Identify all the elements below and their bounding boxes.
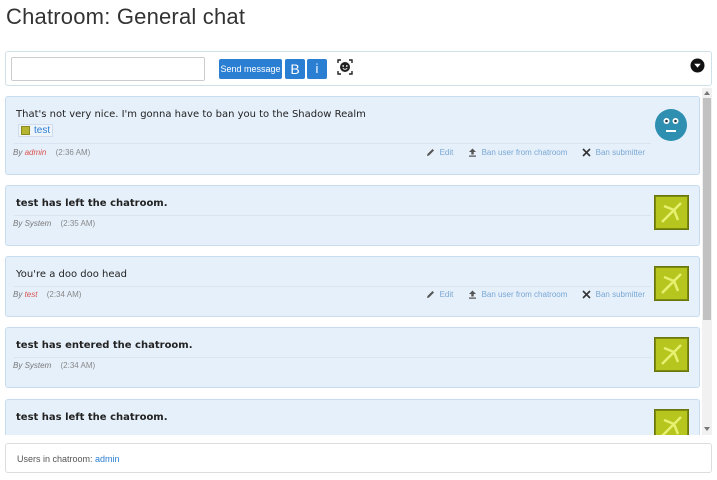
by-label: By <box>13 148 23 157</box>
user-link-admin[interactable]: admin <box>95 454 120 464</box>
message-text: That's not very nice. I'm gonna have to … <box>16 109 366 120</box>
timestamp: (2:35 AM) <box>60 219 96 228</box>
close-icon <box>582 148 591 157</box>
chat-message: test has left the chatroom. By System (2… <box>5 185 700 246</box>
message-text: You're a doo doo head <box>16 269 128 280</box>
avatar-image <box>654 195 689 230</box>
timestamp: (2:34 AM) <box>46 290 82 299</box>
pencil-icon <box>426 291 434 298</box>
close-icon <box>582 290 591 299</box>
emoticon-icon[interactable] <box>337 59 353 75</box>
chat-message: test has left the chatroom. <box>5 399 700 435</box>
upload-icon <box>468 290 476 299</box>
avatar-image <box>654 266 689 301</box>
by-label: By <box>13 290 23 299</box>
pencil-icon <box>426 149 434 156</box>
author-name[interactable]: test <box>25 290 38 299</box>
avatar-face-icon <box>655 109 687 141</box>
message-composer: Send message B i <box>5 51 712 86</box>
italic-button[interactable]: i <box>307 59 327 79</box>
message-meta: By System (2:35 AM) <box>13 219 95 228</box>
ban-submitter-label: Ban submitter <box>595 148 645 157</box>
divider <box>14 286 651 287</box>
edit-label: Edit <box>439 148 454 157</box>
divider <box>14 357 651 358</box>
timestamp: (2:34 AM) <box>60 361 96 370</box>
bold-button[interactable]: B <box>285 59 305 79</box>
ban-user-button[interactable]: Ban user from chatroom <box>468 290 568 299</box>
message-meta: By System (2:34 AM) <box>13 361 95 370</box>
chevron-down-icon[interactable] <box>690 58 705 73</box>
author-name: System <box>24 361 52 370</box>
users-label: Users in chatroom: <box>17 454 93 464</box>
message-text: test has left the chatroom. <box>16 412 168 423</box>
avatar-image <box>654 337 689 372</box>
divider <box>14 143 651 144</box>
scroll-up-arrow-icon[interactable] <box>704 91 710 95</box>
chat-message: You're a doo doo head By test (2:34 AM) … <box>5 256 700 317</box>
avatar-image <box>654 409 689 435</box>
scroll-down-arrow-icon[interactable] <box>704 427 710 431</box>
by-label: By <box>13 361 23 370</box>
timestamp: (2:36 AM) <box>55 148 91 157</box>
message-actions: Edit Ban user from chatroom Ban submitte… <box>414 290 645 301</box>
scrollbar-thumb[interactable] <box>703 98 711 320</box>
message-meta: By admin (2:36 AM) <box>13 148 90 157</box>
page-title: Chatroom: General chat <box>6 4 246 29</box>
author-name[interactable]: admin <box>25 148 47 157</box>
message-actions: Edit Ban user from chatroom Ban submitte… <box>414 148 645 159</box>
ban-submitter-button[interactable]: Ban submitter <box>582 290 645 299</box>
scrollbar[interactable] <box>702 88 712 435</box>
ban-user-label: Ban user from chatroom <box>481 148 568 157</box>
author-name: System <box>24 219 52 228</box>
users-in-chatroom: Users in chatroom: admin <box>5 443 712 473</box>
ban-user-button[interactable]: Ban user from chatroom <box>468 148 568 157</box>
by-label: By <box>13 219 23 228</box>
ban-submitter-label: Ban submitter <box>595 290 645 299</box>
message-feed[interactable]: That's not very nice. I'm gonna have to … <box>5 88 712 435</box>
message-text: test has left the chatroom. <box>16 198 168 209</box>
chat-message: That's not very nice. I'm gonna have to … <box>5 96 700 175</box>
message-text: test has entered the chatroom. <box>16 340 193 351</box>
attachment-label: test <box>34 125 51 136</box>
message-meta: By test (2:34 AM) <box>13 290 81 299</box>
chat-message: test has entered the chatroom. By System… <box>5 327 700 388</box>
file-icon <box>21 126 30 135</box>
upload-icon <box>468 148 476 157</box>
ban-submitter-button[interactable]: Ban submitter <box>582 148 645 157</box>
attachment-link[interactable]: test <box>18 124 54 137</box>
divider <box>14 215 651 216</box>
edit-button[interactable]: Edit <box>426 290 454 299</box>
edit-label: Edit <box>439 290 454 299</box>
ban-user-label: Ban user from chatroom <box>481 290 568 299</box>
edit-button[interactable]: Edit <box>426 148 454 157</box>
send-message-button[interactable]: Send message <box>219 59 282 79</box>
message-input[interactable] <box>11 57 205 81</box>
